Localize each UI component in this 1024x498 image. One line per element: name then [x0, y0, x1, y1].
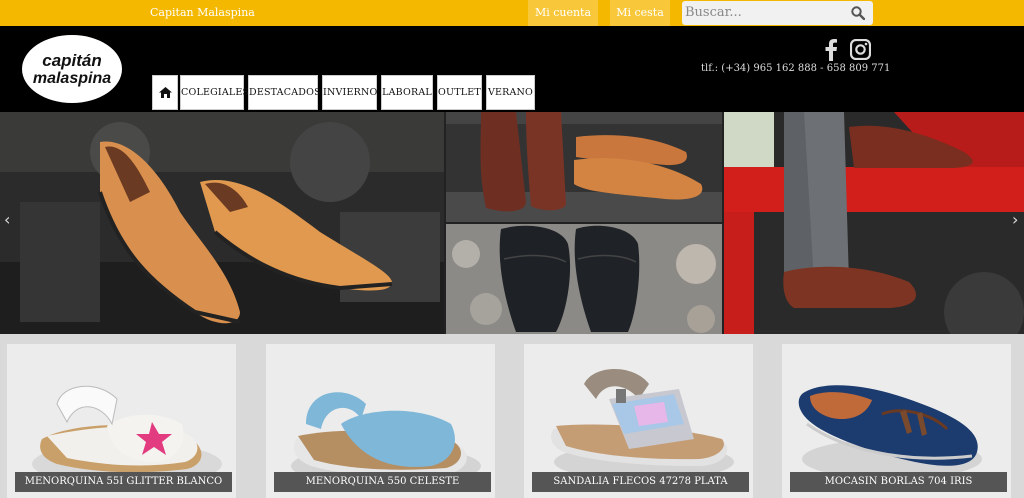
top-bar: Capitan Malaspina Mi cuenta Mi cesta — [0, 0, 1024, 26]
product-card[interactable]: MENORQUINA 55I GLITTER BLANCO — [7, 344, 236, 498]
nav-verano[interactable]: VERANO — [486, 75, 535, 110]
cart-button[interactable]: Mi cesta — [610, 0, 670, 26]
logo-line2: malaspina — [32, 70, 112, 87]
phone-number: tlf.: (+34) 965 162 888 - 658 809 771 — [701, 63, 891, 74]
product-name[interactable]: MENORQUINA 550 CELESTE — [274, 472, 491, 492]
hero-slider: ‹ › — [0, 112, 1024, 334]
account-button[interactable]: Mi cuenta — [528, 0, 598, 26]
slider-prev-arrow[interactable]: ‹ — [4, 210, 10, 229]
slide-photo-black-shoes — [446, 224, 722, 334]
nav-outlet[interactable]: OUTLET — [437, 75, 482, 110]
product-name[interactable]: SANDALIA FLECOS 47278 PLATA — [532, 472, 749, 492]
product-name[interactable]: MOCASIN BORLAS 704 IRIS — [790, 472, 1007, 492]
nav-invierno[interactable]: INVIERNO — [322, 75, 377, 110]
product-grid: MENORQUINA 55I GLITTER BLANCO MENORQUINA… — [0, 334, 1024, 498]
product-card[interactable]: SANDALIA FLECOS 47278 PLATA — [524, 344, 753, 498]
product-name[interactable]: MENORQUINA 55I GLITTER BLANCO — [15, 472, 232, 492]
logo-line1: capitán — [42, 51, 102, 70]
instagram-icon[interactable] — [850, 39, 871, 60]
nav-home[interactable] — [152, 75, 178, 110]
product-card[interactable]: MOCASIN BORLAS 704 IRIS — [782, 344, 1011, 498]
logo[interactable]: capitán malaspina — [22, 35, 122, 103]
slide-photo-brogues — [0, 112, 444, 334]
brand-link[interactable]: Capitan Malaspina — [150, 6, 255, 19]
search-icon[interactable] — [851, 6, 865, 20]
search-box — [682, 1, 873, 25]
nav-destacados[interactable]: DESTACADOS — [248, 75, 321, 110]
nav-colegiales[interactable]: COLEGIALES — [180, 75, 249, 110]
facebook-icon[interactable] — [824, 39, 838, 61]
slide-photo-train-step — [724, 112, 1024, 334]
slider-next-arrow[interactable]: › — [1012, 210, 1018, 229]
home-icon — [159, 87, 172, 98]
nav-laboral[interactable]: LABORAL — [381, 75, 433, 110]
site-header: capitán malaspina COLEGIALES DESTACADOS … — [0, 26, 1024, 112]
product-card[interactable]: MENORQUINA 550 CELESTE — [266, 344, 495, 498]
search-input[interactable] — [685, 3, 845, 21]
slide-photo-boots — [446, 112, 722, 222]
